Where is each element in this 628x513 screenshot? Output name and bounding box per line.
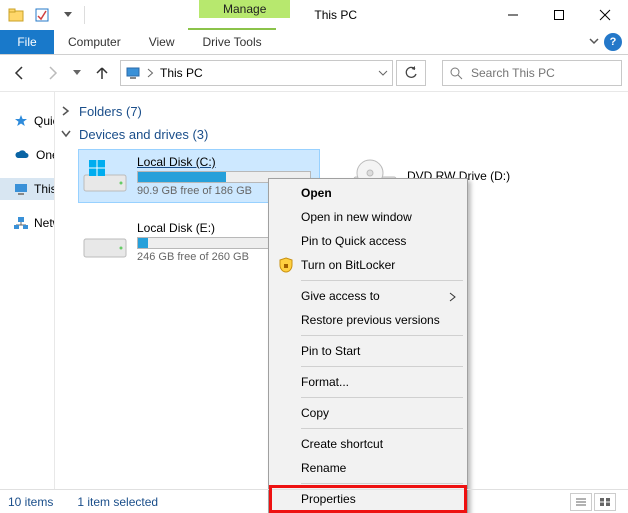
cm-separator xyxy=(301,397,463,398)
nav-up-button[interactable] xyxy=(88,59,116,87)
chevron-right-icon xyxy=(449,291,457,305)
contextual-tab-manage[interactable]: Manage xyxy=(199,0,290,18)
status-item-count: 10 items xyxy=(8,495,53,509)
group-label: Folders xyxy=(79,104,122,119)
drive-icon xyxy=(81,222,129,262)
nav-forward-button[interactable] xyxy=(38,59,66,87)
chevron-right-icon[interactable] xyxy=(61,104,73,119)
cm-open[interactable]: Open xyxy=(271,181,465,205)
maximize-button[interactable] xyxy=(536,0,582,30)
view-tiles-button[interactable] xyxy=(594,493,616,511)
cm-turn-on-bitlocker[interactable]: Turn on BitLocker xyxy=(271,253,465,277)
nav-back-button[interactable] xyxy=(6,59,34,87)
cm-restore-previous-versions[interactable]: Restore previous versions xyxy=(271,308,465,332)
pc-icon xyxy=(125,65,141,81)
cm-create-shortcut[interactable]: Create shortcut xyxy=(271,432,465,456)
cloud-icon xyxy=(14,147,30,163)
address-bar[interactable]: This PC xyxy=(120,60,393,86)
cm-copy[interactable]: Copy xyxy=(271,401,465,425)
network-icon xyxy=(14,215,28,231)
group-count: 3 xyxy=(197,127,204,142)
cm-separator xyxy=(301,335,463,336)
ribbon-tab-computer[interactable]: Computer xyxy=(54,30,135,54)
address-path: This PC xyxy=(160,66,372,80)
sidebar-item-label: Network xyxy=(34,216,55,230)
status-selected-count: 1 item selected xyxy=(77,495,158,509)
cm-separator xyxy=(301,366,463,367)
ribbon-tabs: File Computer View Drive Tools ? xyxy=(0,30,628,55)
sidebar-item-quick-access[interactable]: Quick access xyxy=(0,110,54,132)
help-icon[interactable]: ? xyxy=(604,33,622,51)
titlebar: Manage This PC xyxy=(0,0,628,30)
ribbon-tab-drive-tools[interactable]: Drive Tools xyxy=(188,28,275,54)
navigation-pane[interactable]: Quick access OneDrive This PC Network xyxy=(0,92,55,489)
star-icon xyxy=(14,113,28,129)
sidebar-item-onedrive[interactable]: OneDrive xyxy=(0,144,54,166)
sidebar-item-label: Quick access xyxy=(34,114,55,128)
ribbon-tab-view[interactable]: View xyxy=(135,30,189,54)
explorer-app-icon[interactable] xyxy=(4,3,28,27)
group-count: 7 xyxy=(130,104,137,119)
file-explorer-window: Manage This PC File Computer View Drive … xyxy=(0,0,628,513)
search-icon xyxy=(449,66,463,80)
cm-open-new-window[interactable]: Open in new window xyxy=(271,205,465,229)
cm-separator xyxy=(301,280,463,281)
qat-divider xyxy=(84,6,85,24)
context-menu: Open Open in new window Pin to Quick acc… xyxy=(268,178,468,513)
ribbon-expand-icon[interactable] xyxy=(588,35,600,50)
qat-properties-icon[interactable] xyxy=(30,3,54,27)
cm-format[interactable]: Format... xyxy=(271,370,465,394)
cm-pin-to-start[interactable]: Pin to Start xyxy=(271,339,465,363)
drive-name: Local Disk (C:) xyxy=(137,155,311,169)
address-dropdown-icon[interactable] xyxy=(378,70,388,76)
sidebar-item-network[interactable]: Network xyxy=(0,212,54,234)
group-devices[interactable]: Devices and drives (3) xyxy=(61,127,620,142)
nav-history-dropdown[interactable] xyxy=(70,59,84,87)
search-input[interactable] xyxy=(469,65,628,81)
cm-give-access-to[interactable]: Give access to xyxy=(271,284,465,308)
cm-pin-quick-access[interactable]: Pin to Quick access xyxy=(271,229,465,253)
chevron-right-icon[interactable] xyxy=(147,68,154,78)
ribbon-tab-file[interactable]: File xyxy=(0,30,54,54)
minimize-button[interactable] xyxy=(490,0,536,30)
pc-icon xyxy=(14,181,28,197)
navigation-bar: This PC xyxy=(0,55,628,91)
refresh-button[interactable] xyxy=(396,60,426,86)
cm-separator xyxy=(301,483,463,484)
bitlocker-icon xyxy=(277,256,295,274)
os-drive-icon xyxy=(81,156,129,196)
group-folders[interactable]: Folders (7) xyxy=(61,104,620,119)
close-button[interactable] xyxy=(582,0,628,30)
chevron-down-icon[interactable] xyxy=(61,127,73,142)
sidebar-item-label: OneDrive xyxy=(36,148,55,162)
window-title: This PC xyxy=(314,8,357,22)
search-box[interactable] xyxy=(442,60,622,86)
cm-rename[interactable]: Rename xyxy=(271,456,465,480)
view-details-button[interactable] xyxy=(570,493,592,511)
sidebar-item-label: This PC xyxy=(34,182,55,196)
sidebar-item-this-pc[interactable]: This PC xyxy=(0,178,54,200)
group-label: Devices and drives xyxy=(79,127,189,142)
cm-properties[interactable]: Properties xyxy=(271,487,465,511)
cm-separator xyxy=(301,428,463,429)
qat-dropdown-icon[interactable] xyxy=(56,3,80,27)
